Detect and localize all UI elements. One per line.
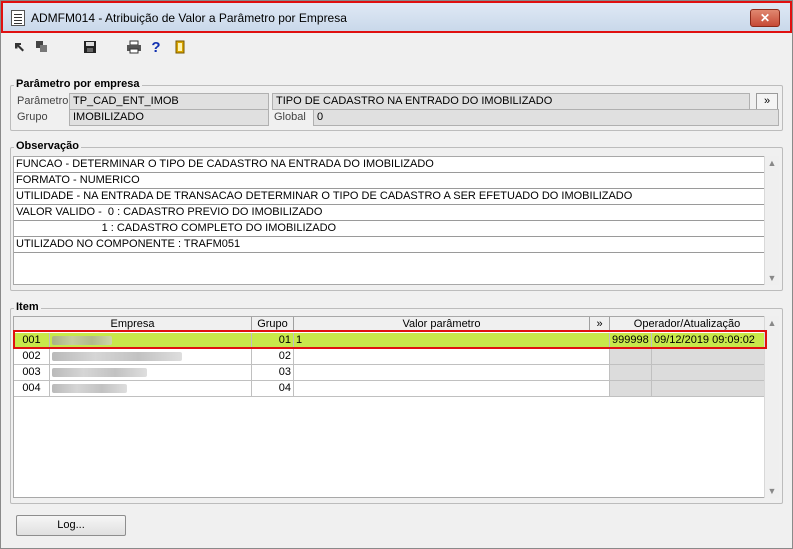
row-operador: 999998 <box>610 333 652 349</box>
param-group-title: Parâmetro por empresa <box>14 78 142 90</box>
scroll-up-icon[interactable]: ▲ <box>765 316 779 330</box>
observation-textbox[interactable]: FUNCAO - DETERMINAR O TIPO DE CADASTRO N… <box>13 156 765 285</box>
print-icon[interactable] <box>125 39 143 57</box>
document-icon <box>11 10 25 26</box>
row-valor[interactable] <box>294 365 610 381</box>
toolbar: ? <box>9 39 309 59</box>
row-code[interactable]: 004 <box>14 381 50 397</box>
row-grupo[interactable]: 01 <box>252 333 294 349</box>
empresa-name-blurred[interactable] <box>50 365 252 381</box>
window-title: ADMFM014 - Atribuição de Valor a Parâmet… <box>31 11 347 25</box>
row-data <box>652 365 765 381</box>
close-button[interactable]: ✕ <box>750 9 780 27</box>
row-valor[interactable]: 1 <box>294 333 610 349</box>
row-code[interactable]: 002 <box>14 349 50 365</box>
row-data <box>652 381 765 397</box>
title-bar[interactable]: ADMFM014 - Atribuição de Valor a Parâmet… <box>1 1 792 33</box>
column-header-empresa[interactable]: Empresa <box>14 317 252 332</box>
item-scrollbar[interactable]: ▲ ▼ <box>764 316 779 498</box>
row-data: 09/12/2019 09:09:02 <box>652 333 765 349</box>
observation-line: 1 : CADASTRO COMPLETO DO IMOBILIZADO <box>14 221 764 237</box>
observation-line: UTILIZADO NO COMPONENTE : TRAFM051 <box>14 237 764 253</box>
row-operador <box>610 349 652 365</box>
param-label: Parâmetro <box>17 95 69 107</box>
observation-line: FORMATO - NUMERICO <box>14 173 764 189</box>
exit-icon[interactable] <box>171 39 189 57</box>
observation-line: VALOR VALIDO - 0 : CADASTRO PREVIO DO IM… <box>14 205 764 221</box>
column-header-valor[interactable]: Valor parâmetro <box>294 317 590 332</box>
row-grupo[interactable]: 03 <box>252 365 294 381</box>
observation-line: UTILIDADE - NA ENTRADA DE TRANSACAO DETE… <box>14 189 764 205</box>
column-header-operador[interactable]: Operador/Atualização <box>610 317 765 332</box>
help-icon[interactable]: ? <box>147 39 165 57</box>
row-grupo[interactable]: 02 <box>252 349 294 365</box>
row-operador <box>610 381 652 397</box>
row-data <box>652 349 765 365</box>
empresa-name-blurred[interactable] <box>50 349 252 365</box>
row-code[interactable]: 001 <box>14 333 50 349</box>
first-record-icon[interactable] <box>11 39 29 57</box>
column-header-grupo[interactable]: Grupo <box>252 317 294 332</box>
valor-expand-button[interactable]: » <box>590 317 610 332</box>
scroll-down-icon[interactable]: ▼ <box>765 271 779 285</box>
main-window: ADMFM014 - Atribuição de Valor a Parâmet… <box>0 0 793 549</box>
param-description-field[interactable]: TIPO DE CADASTRO NA ENTRADO DO IMOBILIZA… <box>272 93 750 110</box>
scroll-up-icon[interactable]: ▲ <box>765 156 779 170</box>
scroll-down-icon[interactable]: ▼ <box>765 484 779 498</box>
param-code-field[interactable]: TP_CAD_ENT_IMOB <box>69 93 269 110</box>
save-icon[interactable] <box>81 39 99 57</box>
global-label: Global <box>274 111 306 123</box>
row-grupo[interactable]: 04 <box>252 381 294 397</box>
empresa-name-blurred[interactable] <box>50 381 252 397</box>
global-field[interactable]: 0 <box>313 109 779 126</box>
row-valor[interactable] <box>294 381 610 397</box>
item-grid: Empresa Grupo Valor parâmetro » Operador… <box>13 316 765 498</box>
observation-line: FUNCAO - DETERMINAR O TIPO DE CADASTRO N… <box>14 157 764 173</box>
row-operador <box>610 365 652 381</box>
row-valor[interactable] <box>294 349 610 365</box>
copy-icon[interactable] <box>33 39 51 57</box>
observation-group-title: Observação <box>14 140 81 152</box>
group-field[interactable]: IMOBILIZADO <box>69 109 269 126</box>
group-label: Grupo <box>17 111 48 123</box>
row-code[interactable]: 003 <box>14 365 50 381</box>
empresa-name-blurred[interactable] <box>50 333 252 349</box>
item-group-title: Item <box>14 301 41 313</box>
observation-scrollbar[interactable]: ▲ ▼ <box>764 156 779 285</box>
param-expand-button[interactable]: » <box>756 93 778 110</box>
log-button[interactable]: Log... <box>16 515 126 536</box>
